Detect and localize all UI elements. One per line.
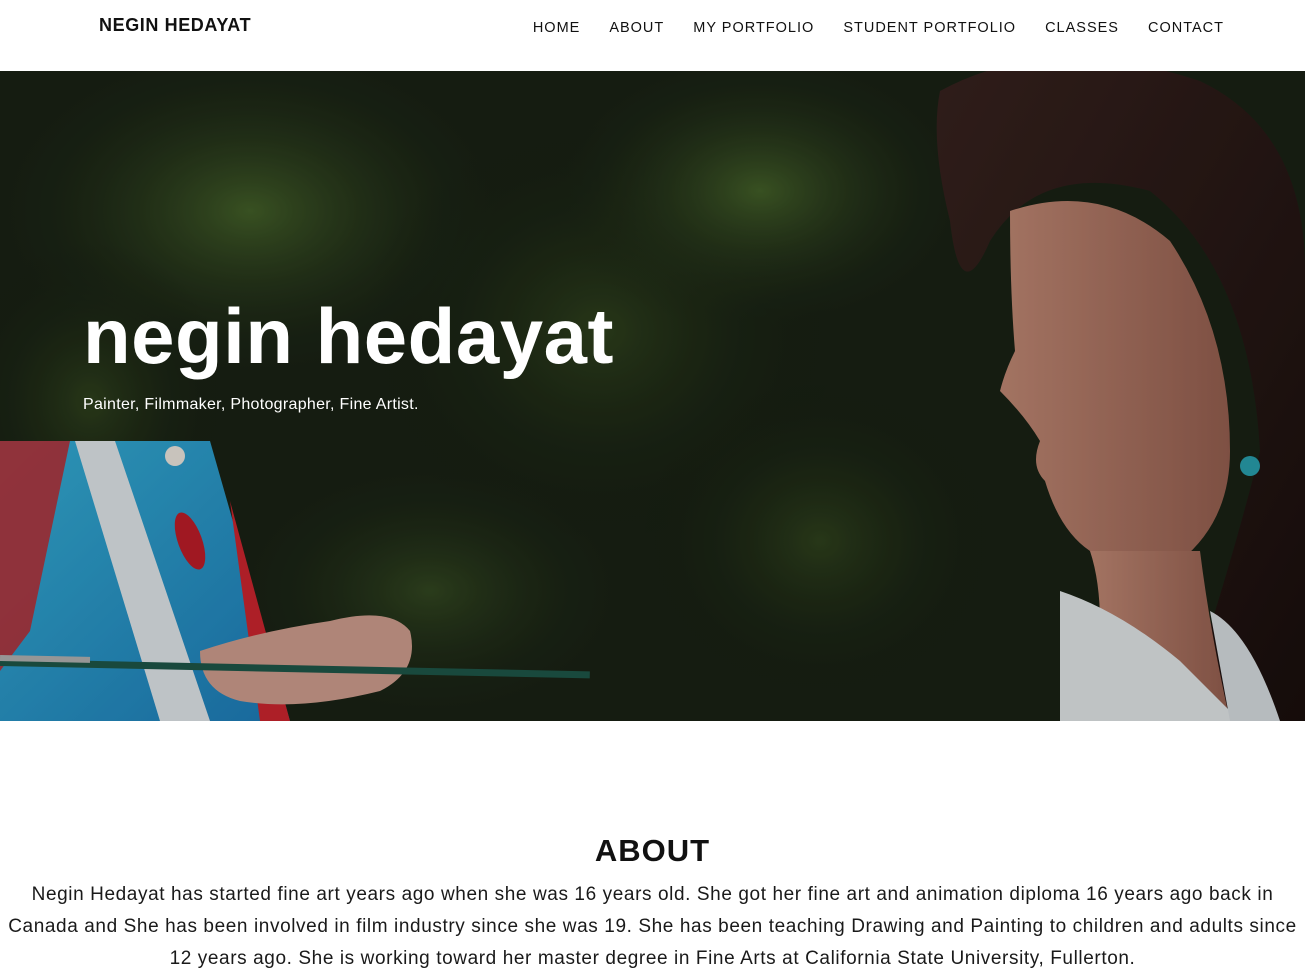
nav-item-my-portfolio[interactable]: MY PORTFOLIO bbox=[693, 20, 814, 36]
main-menu: HOME ABOUT MY PORTFOLIO STUDENT PORTFOLI… bbox=[504, 20, 1224, 36]
nav-item-about[interactable]: ABOUT bbox=[609, 20, 664, 36]
nav-item-classes[interactable]: CLASSES bbox=[1045, 20, 1119, 36]
nav-item-student-portfolio[interactable]: STUDENT PORTFOLIO bbox=[843, 20, 1016, 36]
hero-title: negin hedayat bbox=[83, 292, 614, 380]
about-section: ABOUT Negin Hedayat has started fine art… bbox=[0, 721, 1305, 978]
hero-subtitle: Painter, Filmmaker, Photographer, Fine A… bbox=[83, 396, 419, 413]
site-brand[interactable]: NEGIN HEDAYAT bbox=[99, 15, 251, 36]
hero-banner: negin hedayat Painter, Filmmaker, Photog… bbox=[0, 71, 1305, 721]
about-paragraph: Negin Hedayat has started fine art years… bbox=[8, 884, 1297, 969]
nav-item-home[interactable]: HOME bbox=[533, 20, 581, 36]
nav-item-contact[interactable]: CONTACT bbox=[1148, 20, 1224, 36]
about-heading: ABOUT bbox=[594, 833, 711, 868]
top-navigation: NEGIN HEDAYAT HOME ABOUT MY PORTFOLIO ST… bbox=[0, 0, 1305, 71]
